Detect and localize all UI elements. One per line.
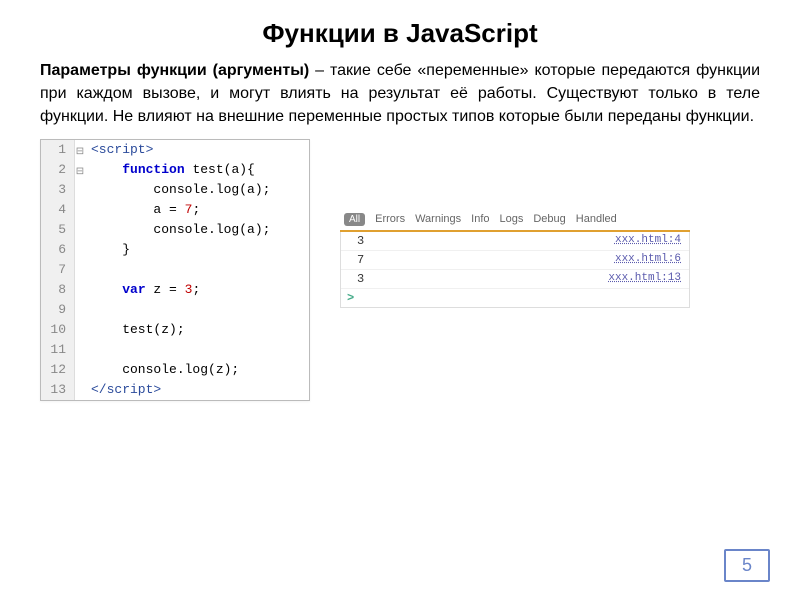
line-number: 7: [41, 260, 75, 280]
code-line: 10 test(z);: [41, 320, 309, 340]
line-number: 5: [41, 220, 75, 240]
console-log-row: 3 xxx.html:13: [341, 270, 689, 289]
fold-icon[interactable]: ⊟: [75, 162, 85, 182]
paragraph: Параметры функции (аргументы) – такие се…: [40, 59, 760, 129]
line-number: 1: [41, 140, 75, 160]
code-text: console.log(z);: [85, 360, 309, 380]
line-number: 6: [41, 240, 75, 260]
code-line: 6 }: [41, 240, 309, 260]
line-number: 10: [41, 320, 75, 340]
console-tab-warnings[interactable]: Warnings: [415, 213, 461, 225]
fold-icon: [75, 202, 85, 222]
log-value: 7: [357, 253, 364, 267]
code-text: var z = 3;: [85, 280, 309, 300]
code-line: 7: [41, 260, 309, 280]
code-line: 1⊟<script>: [41, 140, 309, 160]
code-line: 11: [41, 340, 309, 360]
fold-icon: [75, 282, 85, 302]
line-number: 12: [41, 360, 75, 380]
line-number: 13: [41, 380, 75, 400]
console-output: 3 xxx.html:4 7 xxx.html:6 3 xxx.html:13 >: [340, 232, 690, 308]
line-number: 3: [41, 180, 75, 200]
code-line: 3 console.log(a);: [41, 180, 309, 200]
fold-icon: [75, 262, 85, 282]
code-text: [85, 300, 309, 320]
code-text: [85, 260, 309, 280]
console-tab-info[interactable]: Info: [471, 213, 489, 225]
log-source-link[interactable]: xxx.html:4: [615, 234, 681, 248]
line-number: 11: [41, 340, 75, 360]
content-row: 1⊟<script>2⊟ function test(a){3 console.…: [40, 139, 760, 401]
fold-icon: [75, 222, 85, 242]
log-source-link[interactable]: xxx.html:6: [615, 253, 681, 267]
line-number: 2: [41, 160, 75, 180]
code-text: console.log(a);: [85, 180, 309, 200]
line-number: 4: [41, 200, 75, 220]
code-line: 9: [41, 300, 309, 320]
code-line: 5 console.log(a);: [41, 220, 309, 240]
fold-icon: [75, 362, 85, 382]
log-value: 3: [357, 272, 364, 286]
console-tab-errors[interactable]: Errors: [375, 213, 405, 225]
fold-icon: [75, 242, 85, 262]
code-text: test(z);: [85, 320, 309, 340]
console-prompt[interactable]: >: [341, 289, 689, 307]
fold-icon: [75, 342, 85, 362]
console-tab-all[interactable]: All: [344, 213, 365, 226]
line-number: 8: [41, 280, 75, 300]
fold-icon: [75, 322, 85, 342]
code-text: [85, 340, 309, 360]
console-tab-debug[interactable]: Debug: [533, 213, 565, 225]
code-text: </script>: [85, 380, 309, 400]
fold-icon: [75, 302, 85, 322]
console-panel: All Errors Warnings Info Logs Debug Hand…: [340, 209, 690, 308]
line-number: 9: [41, 300, 75, 320]
console-tabbar: All Errors Warnings Info Logs Debug Hand…: [340, 209, 690, 232]
code-text: function test(a){: [85, 160, 309, 180]
fold-icon[interactable]: ⊟: [75, 142, 85, 162]
fold-icon: [75, 382, 85, 402]
code-text: <script>: [85, 140, 309, 160]
code-line: 4 a = 7;: [41, 200, 309, 220]
console-tab-logs[interactable]: Logs: [500, 213, 524, 225]
page-number: 5: [724, 549, 770, 582]
code-line: 8 var z = 3;: [41, 280, 309, 300]
code-line: 13 </script>: [41, 380, 309, 400]
code-text: }: [85, 240, 309, 260]
log-source-link[interactable]: xxx.html:13: [608, 272, 681, 286]
paragraph-lead: Параметры функции (аргументы): [40, 62, 309, 79]
console-log-row: 7 xxx.html:6: [341, 251, 689, 270]
slide: Функции в JavaScript Параметры функции (…: [0, 0, 800, 600]
code-editor: 1⊟<script>2⊟ function test(a){3 console.…: [40, 139, 310, 401]
fold-icon: [75, 182, 85, 202]
log-value: 3: [357, 234, 364, 248]
code-line: 2⊟ function test(a){: [41, 160, 309, 180]
code-line: 12 console.log(z);: [41, 360, 309, 380]
console-log-row: 3 xxx.html:4: [341, 232, 689, 251]
console-tab-handled[interactable]: Handled: [576, 213, 617, 225]
page-title: Функции в JavaScript: [40, 18, 760, 49]
code-text: a = 7;: [85, 200, 309, 220]
code-text: console.log(a);: [85, 220, 309, 240]
